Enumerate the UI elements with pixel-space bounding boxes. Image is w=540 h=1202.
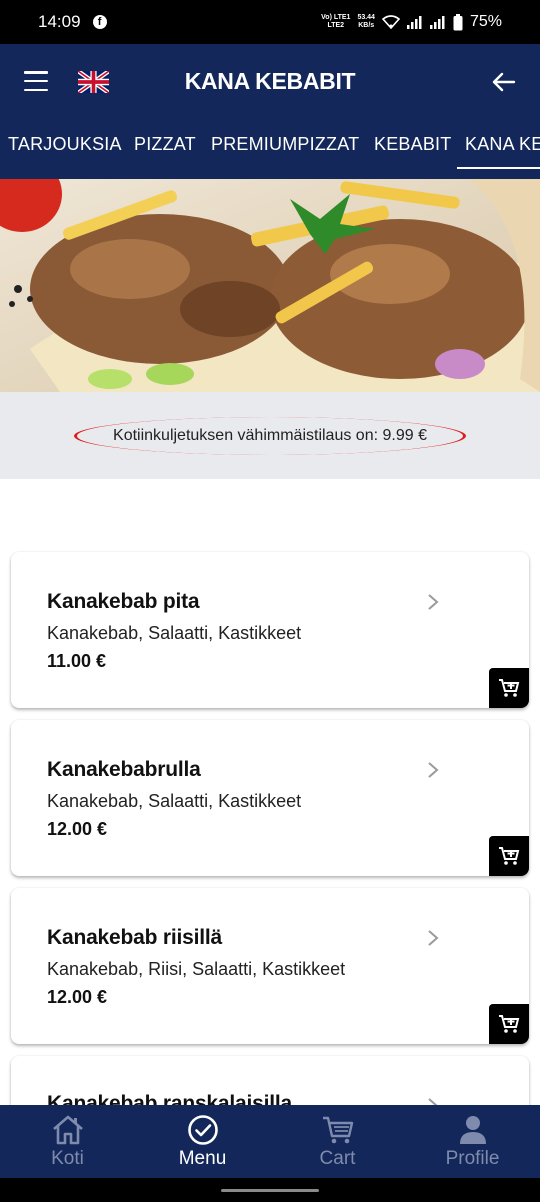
bottom-navigation: Koti Menu Cart Profile [0, 1105, 540, 1178]
tab-kebabit[interactable]: KEBABIT [374, 134, 451, 155]
product-card[interactable]: Kanakebab riisillä Kanakebab, Riisi, Sal… [11, 888, 529, 1044]
nav-cart[interactable]: Cart [270, 1105, 405, 1178]
chevron-right-icon[interactable] [425, 760, 441, 780]
battery-icon [453, 13, 463, 31]
product-list: Kanakebab pita Kanakebab, Salaatti, Kast… [0, 479, 540, 1105]
add-to-cart-button[interactable] [489, 668, 529, 708]
battery-percent: 75% [469, 13, 502, 30]
product-card[interactable]: Kanakebabrulla Kanakebab, Salaatti, Kast… [11, 720, 529, 876]
add-to-cart-button[interactable] [489, 1004, 529, 1044]
product-name: Kanakebab ranskalaisilla [47, 1092, 293, 1105]
nav-menu[interactable]: Menu [135, 1105, 270, 1178]
product-description: Kanakebab, Salaatti, Kastikkeet [47, 623, 302, 643]
product-description: Kanakebab, Salaatti, Kastikkeet [47, 791, 302, 811]
category-hero-image [0, 179, 540, 392]
product-price: 12.00 € [47, 987, 108, 1007]
cart-icon [321, 1114, 355, 1146]
wifi-icon [381, 15, 400, 29]
tab-pizzat[interactable]: PIZZAT [134, 134, 196, 155]
nav-label: Cart [319, 1148, 356, 1169]
page-title: KANA KEBABIT [184, 68, 356, 94]
product-card[interactable]: Kanakebab pita Kanakebab, Salaatti, Kast… [11, 552, 529, 708]
status-time: 14:09 [38, 12, 81, 31]
product-name: Kanakebab pita [47, 590, 200, 613]
add-to-cart-button[interactable] [489, 836, 529, 876]
product-name: Kanakebabrulla [47, 758, 201, 781]
chevron-right-icon[interactable] [425, 592, 441, 612]
network-type-indicator: Vo) LTE1 LTE2 [321, 14, 350, 30]
tab-premiumpizzat[interactable]: PREMIUMPIZZAT [211, 134, 359, 155]
nav-label: Koti [51, 1148, 84, 1169]
check-circle-icon [187, 1114, 219, 1146]
cart-plus-icon [499, 679, 520, 697]
product-price: 12.00 € [47, 819, 108, 839]
signal-sim1-icon [406, 15, 423, 29]
signal-sim2-icon [429, 15, 446, 29]
person-icon [458, 1114, 488, 1146]
network-speed-unit: KB/s [358, 22, 375, 29]
nav-koti[interactable]: Koti [0, 1105, 135, 1178]
app-bar: KANA KEBABIT [0, 44, 540, 120]
cart-plus-icon [499, 1015, 520, 1033]
nav-profile[interactable]: Profile [405, 1105, 540, 1178]
delivery-notice-area: Kotiinkuljetuksen vähimmäistilaus on: 9.… [0, 392, 540, 479]
home-gesture-handle[interactable] [221, 1189, 319, 1192]
minimum-order-notice: Kotiinkuljetuksen vähimmäistilaus on: 9.… [74, 417, 466, 455]
chevron-right-icon[interactable] [425, 928, 441, 948]
tab-kana-kebabit[interactable]: KANA KEBABIT [456, 134, 540, 169]
back-arrow-icon[interactable] [490, 68, 518, 96]
product-name: Kanakebab riisillä [47, 926, 222, 949]
network-speed-value: 53.44 [357, 14, 375, 21]
status-indicators: Vo) LTE1 LTE2 53.44 KB/s 75% [321, 13, 502, 31]
nav-label: Menu [178, 1148, 227, 1169]
product-price: 11.00 € [47, 651, 107, 671]
product-card[interactable]: Kanakebab ranskalaisilla [11, 1056, 529, 1105]
network-type-bottom: LTE2 [327, 22, 345, 29]
system-gesture-bar [0, 1178, 540, 1202]
home-icon [51, 1114, 85, 1146]
product-description: Kanakebab, Riisi, Salaatti, Kastikkeet [47, 959, 346, 979]
tab-tarjouksia[interactable]: TARJOUKSIA [8, 134, 122, 155]
cart-plus-icon [499, 847, 520, 865]
network-speed-indicator: 53.44 KB/s [357, 14, 375, 30]
status-bar: 14:09 f Vo) LTE1 LTE2 53.44 KB/s 75% [0, 0, 540, 44]
chevron-right-icon[interactable] [425, 1096, 441, 1105]
network-type-top: Vo) LTE1 [321, 14, 351, 21]
nav-label: Profile [445, 1148, 500, 1169]
category-tabs: TARJOUKSIA PIZZAT PREMIUMPIZZAT KEBABIT … [0, 120, 540, 179]
facebook-notification-icon: f [92, 15, 107, 29]
